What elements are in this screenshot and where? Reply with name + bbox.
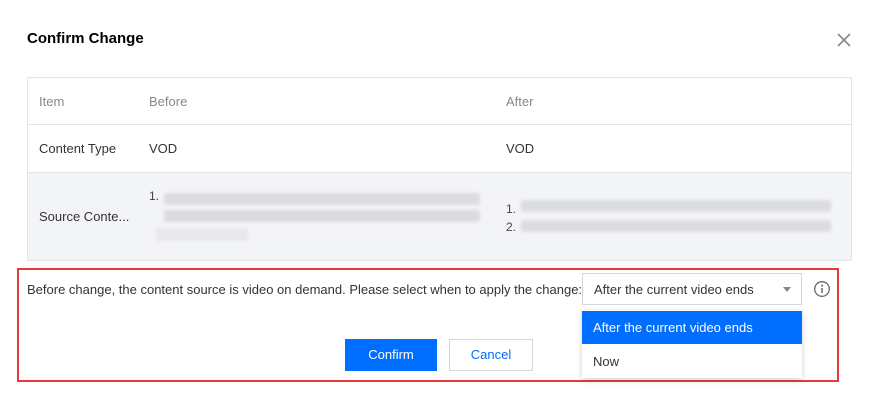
- column-header-item: Item: [39, 94, 65, 109]
- before-list-index: 1.: [149, 189, 160, 203]
- select-value: After the current video ends: [594, 282, 754, 297]
- close-icon[interactable]: [834, 30, 854, 50]
- info-icon[interactable]: [813, 280, 831, 298]
- apply-time-dropdown: After the current video ends Now: [582, 310, 802, 378]
- confirm-button[interactable]: Confirm: [345, 339, 437, 371]
- cancel-button[interactable]: Cancel: [449, 339, 533, 371]
- column-header-before: Before: [149, 94, 188, 109]
- redacted-text: [156, 228, 248, 241]
- after-list-index: 2.: [506, 220, 517, 234]
- redacted-text: [521, 220, 831, 232]
- column-header-after: After: [506, 94, 534, 109]
- table-row: Content Type VOD VOD: [28, 125, 851, 173]
- row-item-label: Content Type: [39, 141, 117, 156]
- redacted-text: [164, 210, 480, 222]
- after-list-index: 1.: [506, 202, 517, 216]
- table-row: Source Conte... 1. 1. 2.: [28, 173, 851, 260]
- apply-prompt: Before change, the content source is vid…: [27, 282, 583, 297]
- dialog-title: Confirm Change: [27, 30, 144, 47]
- row-before-value: VOD: [149, 141, 178, 156]
- apply-time-select[interactable]: After the current video ends: [582, 273, 802, 305]
- option-now[interactable]: Now: [582, 345, 802, 378]
- option-after-current-video[interactable]: After the current video ends: [582, 311, 802, 344]
- redacted-text: [521, 200, 831, 212]
- table-header: Item Before After: [28, 78, 851, 125]
- row-item-label: Source Conte...: [39, 209, 130, 224]
- redacted-text: [164, 193, 480, 205]
- row-after-value: VOD: [506, 141, 535, 156]
- change-table: Item Before After Content Type VOD VOD S…: [27, 77, 852, 261]
- chevron-down-icon: [783, 287, 791, 292]
